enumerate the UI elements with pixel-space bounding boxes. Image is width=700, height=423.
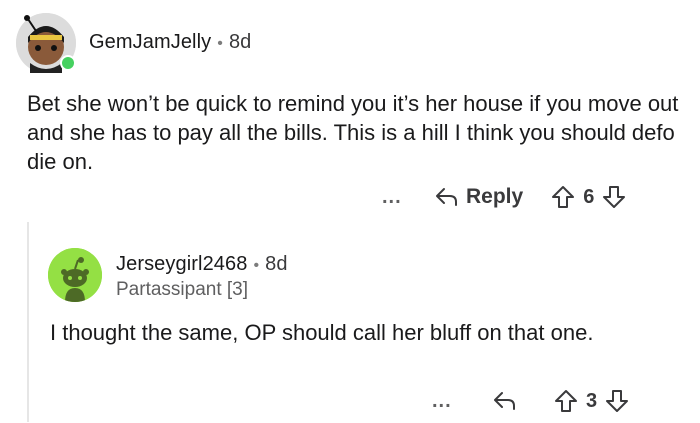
comment-thread: GemJamJelly • 8d Bet she won’t be quick to… [0,0,700,423]
upvote-icon[interactable] [551,185,575,209]
comment-age: 8d [265,253,288,275]
reply-arrow-icon [434,186,458,208]
snoo-avatar-icon [48,248,102,302]
comment-actions: ... Reply 6 [382,180,626,214]
downvote-icon[interactable] [602,185,626,209]
reply-label: Reply [466,185,524,208]
comment-actions: ... 3 [432,384,629,418]
comment-age: 8d [228,31,252,53]
user-avatar[interactable] [16,13,76,73]
user-flair: Partassipant [3] [116,279,249,300]
more-options-button[interactable]: ... [432,390,472,413]
comment-author-line: Jerseygirl2468 • 8d [116,253,288,276]
author-name[interactable]: Jerseygirl2468 [116,253,247,275]
online-indicator-icon [60,55,76,71]
comment-author-line: GemJamJelly • 8d [89,31,251,54]
upvote-icon[interactable] [554,389,578,413]
separator-dot: • [253,257,260,274]
author-name[interactable]: GemJamJelly [89,31,211,53]
vote-controls: 3 [554,389,629,413]
more-options-button[interactable]: ... [382,186,422,209]
vote-controls: 6 [551,185,626,209]
downvote-icon[interactable] [605,389,629,413]
comment-body: Bet she won’t be quick to remind you it’… [27,91,679,174]
thread-line[interactable] [27,222,29,422]
reply-button[interactable]: Reply [434,185,523,209]
user-avatar[interactable] [48,248,102,302]
vote-count: 6 [583,185,595,208]
vote-count: 3 [586,389,598,412]
reply-button[interactable] [492,390,516,412]
reply-arrow-icon [492,390,516,412]
separator-dot: • [217,35,223,52]
comment-body: I thought the same, OP should call her b… [50,320,594,345]
